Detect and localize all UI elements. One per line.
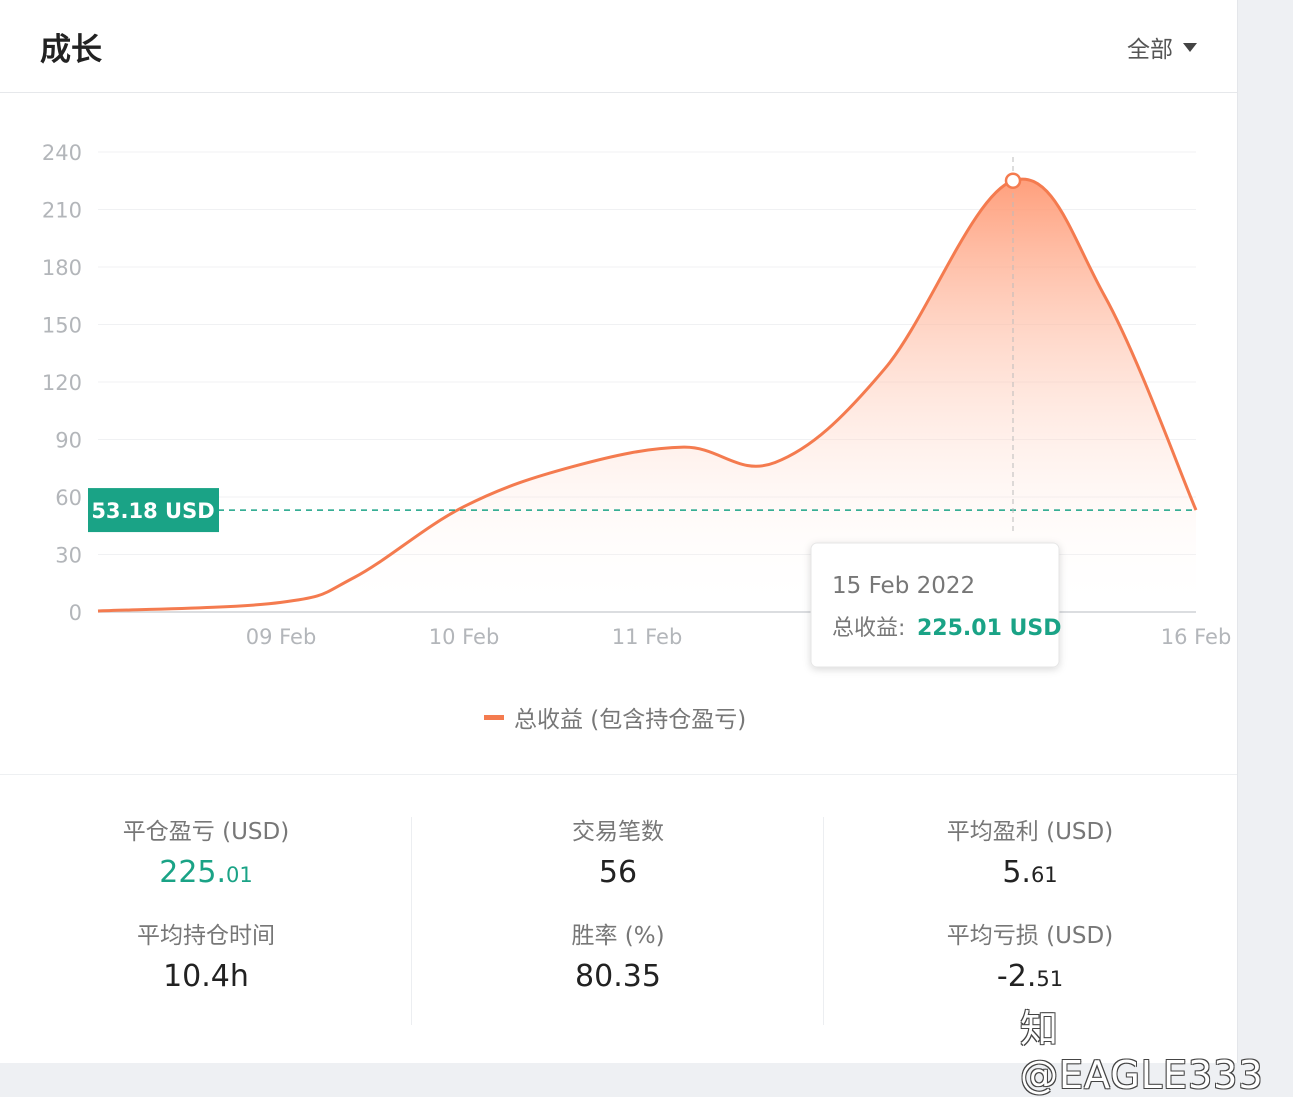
tooltip-date: 15 Feb 2022 [832,573,975,599]
y-tick-label: 120 [42,371,82,395]
hover-point [1004,172,1022,189]
panel-header: 成长 全部 [0,0,1237,93]
range-filter-dropdown[interactable]: 全部 [1127,30,1197,64]
stat-label: 平均亏损 (USD) [946,923,1114,949]
stat-avg-profit: 平均盈利 (USD) 5.61 [824,817,1236,921]
y-tick-label: 90 [55,429,82,453]
stat-value-dec: 01 [226,863,253,887]
tooltip-value: 225.01 USD [917,616,1062,641]
stat-value-int: 225. [159,855,227,890]
legend-label: 总收益 (包含持仓盈亏) [514,707,746,733]
stat-label: 交易笔数 [572,819,664,845]
stat-value: 10.4h [163,959,249,994]
page-title: 成长 [40,32,102,68]
chart-svg[interactable]: 0 30 60 90 120 150 180 210 240 09 Feb 10 Feb 11 Feb… [0,95,1293,755]
stat-value: 225.01 [0,851,412,897]
y-tick-label: 210 [42,199,82,223]
stats-column-3: 平均盈利 (USD) 5.61 平均亏损 (USD) -2.51 [823,817,1236,1025]
x-tick-label: 11 Feb [612,625,683,649]
range-filter-label: 全部 [1127,37,1173,63]
stat-value: -2.51 [824,955,1236,1001]
x-tick-label: 09 Feb [246,625,317,649]
stat-label: 平仓盈亏 (USD) [122,819,290,845]
stat-value: 5.61 [824,851,1236,897]
tooltip-label: 总收益: [832,616,905,641]
stat-avg-hold-time: 平均持仓时间 10.4h [0,921,412,1025]
y-tick-label: 180 [42,256,82,280]
y-tick-label: 30 [55,544,82,568]
stat-label: 平均盈利 (USD) [946,819,1114,845]
stat-label: 胜率 (%) [571,923,665,949]
stat-value-dec: 61 [1030,863,1058,887]
y-tick-label: 150 [42,314,82,338]
stat-value: 56 [598,855,638,890]
stats-column-2: 交易笔数 56 胜率 (%) 80.35 [411,817,824,1025]
x-tick-label: 16 Feb [1161,625,1232,649]
stat-realized-pnl: 平仓盈亏 (USD) 225.01 [0,817,412,921]
x-tick-label: 10 Feb [429,625,500,649]
legend-swatch [484,715,504,720]
stat-value-dec: 51 [1036,967,1064,991]
stat-win-rate: 胜率 (%) 80.35 [412,921,824,1025]
caret-down-icon [1183,42,1197,52]
stat-trade-count: 交易笔数 56 [412,817,824,921]
y-tick-label: 60 [55,486,82,510]
y-tick-label: 240 [42,141,82,165]
stat-value-int: -2. [996,959,1037,994]
tooltip: 15 Feb 2022 总收益: 225.01 USD [810,542,1062,668]
tooltip-box [810,542,1060,668]
watermark: 知 @EAGLE333 [1020,1007,1264,1097]
growth-panel: 成长 全部 0 30 60 90 120 150 180 210 240 09 Feb 10 Feb… [0,0,1238,1063]
y-tick-label: 0 [69,601,82,625]
stat-label: 平均持仓时间 [137,923,275,949]
growth-chart[interactable]: 0 30 60 90 120 150 180 210 240 09 Feb 10 Feb 11 Feb… [0,95,1293,755]
stat-value-int: 5. [1002,855,1031,890]
stat-value: 80.35 [575,959,661,994]
stats-column-1: 平仓盈亏 (USD) 225.01 平均持仓时间 10.4h [0,817,412,1025]
current-value-label: 53.18 USD [91,499,214,523]
